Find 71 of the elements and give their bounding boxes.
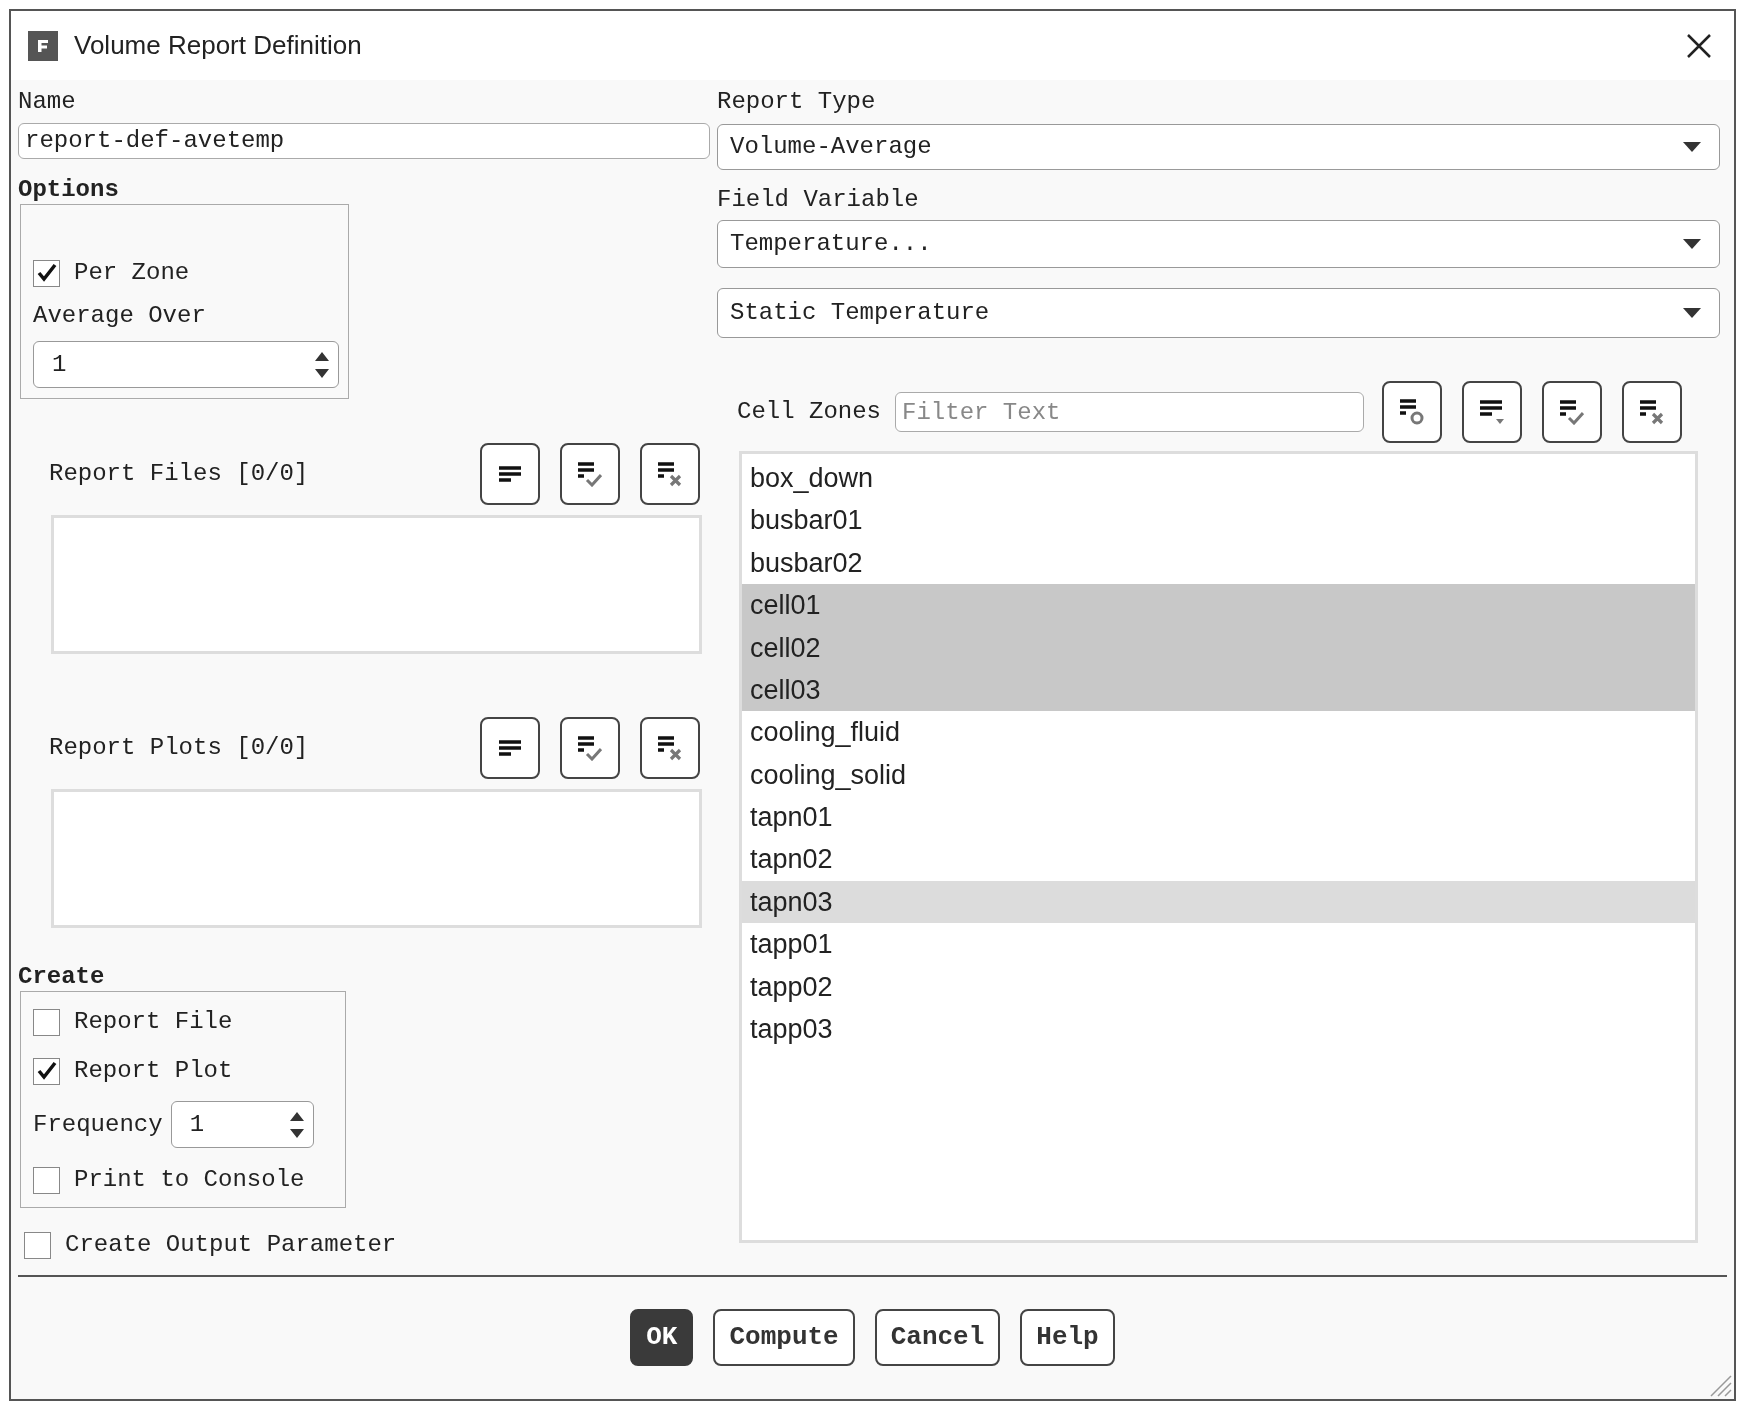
name-field[interactable]: report-def-avetemp [18,123,710,159]
field-label: Field Variable [717,185,919,215]
dialog-button[interactable]: Help [1020,1309,1115,1366]
lines-circle-icon [1400,399,1425,425]
cell-zone-item[interactable]: cell03 [742,668,1695,712]
app-logo-icon [28,30,58,61]
list-tool-button[interactable] [1542,381,1603,443]
lines-check-icon [578,735,602,761]
lines-check-icon [1560,399,1585,425]
dropdown[interactable]: Static Temperature [717,288,1720,338]
field-label: Frequency [33,1109,163,1140]
cell-zone-item[interactable]: tapp02 [742,965,1695,1009]
checkbox-label: Report File [74,1007,233,1037]
list-tool-button[interactable] [480,443,540,505]
checkbox[interactable] [33,1057,60,1085]
lines-cross-icon [658,461,682,487]
checkbox-label: Report Plot [74,1056,233,1086]
cell-zone-item[interactable]: tapn03 [742,880,1695,924]
dialog-button[interactable]: Compute [713,1309,855,1366]
cell-zone-item[interactable]: box_down [742,457,1695,500]
caret-icon [1683,142,1701,152]
cell-zone-item[interactable]: cell02 [742,626,1695,669]
lines-caret-icon [1480,400,1505,424]
list-tool-button[interactable] [1462,381,1523,443]
cell-zone-item[interactable]: tapp03 [742,1008,1695,1051]
cell-zone-item[interactable]: busbar02 [742,541,1695,585]
list-tool-button[interactable] [560,717,620,779]
cell-zone-item[interactable]: cell01 [742,584,1695,627]
section-label: Report Files [0/0] [49,459,310,489]
dropdown[interactable]: Volume-Average [717,124,1720,170]
field-label: Average Over [33,301,206,331]
section-heading: Create [18,962,105,992]
number-spinner[interactable]: 1 [170,1101,314,1148]
filter-field[interactable]: Filter Text [895,392,1365,432]
field-label: Cell Zones [737,397,882,427]
cell-zone-item[interactable]: tapn02 [742,838,1695,881]
lines-check-icon [578,461,602,487]
list-tool-button[interactable] [640,443,700,505]
number-spinner[interactable]: 1 [33,341,339,388]
lines-cross-icon [658,735,682,761]
lines-icon [499,740,521,756]
checkbox-label: Create Output Parameter [65,1230,397,1260]
lines-cross-icon [1640,399,1665,425]
cell-zone-item[interactable]: cooling_fluid [742,711,1695,754]
checkbox-label: Per Zone [74,258,190,288]
field-label: Name [18,87,76,117]
list-tool-button[interactable] [560,443,620,505]
cell-zone-item[interactable]: busbar01 [742,499,1695,542]
dialog-button[interactable]: Cancel [874,1309,1001,1366]
section-heading: Options [18,175,119,205]
list-tool-button[interactable] [1622,381,1683,443]
lines-icon [499,466,521,482]
checkbox[interactable] [33,1008,60,1036]
caret-icon [1683,239,1701,249]
dropdown[interactable]: Temperature... [717,220,1720,268]
dialog-button[interactable]: OK [630,1309,694,1366]
cell-zone-item[interactable]: tapp01 [742,923,1695,966]
checkbox[interactable] [33,259,60,287]
list-tool-button[interactable] [640,717,700,779]
section-label: Report Plots [0/0] [49,733,310,763]
cell-zone-item[interactable]: tapn01 [742,796,1695,839]
checkbox[interactable] [24,1231,51,1259]
checkbox-label: Print to Console [74,1165,305,1195]
field-label: Report Type [717,87,876,117]
caret-icon [1683,308,1701,318]
list-tool-button[interactable] [480,717,540,779]
list-tool-button[interactable] [1382,381,1443,443]
checkbox[interactable] [33,1166,60,1194]
window-title: Volume Report Definition [74,29,362,62]
cell-zone-item[interactable]: cooling_solid [742,753,1695,797]
close-icon [1686,32,1712,59]
